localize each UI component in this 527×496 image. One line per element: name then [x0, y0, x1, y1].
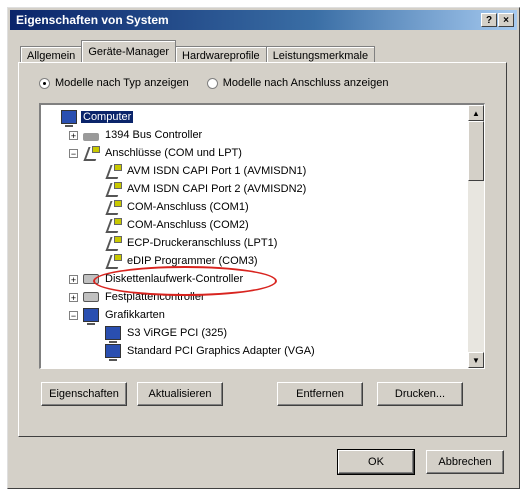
radio-button-unchecked[interactable]	[206, 77, 218, 89]
tree-item[interactable]: COM-Anschluss (COM2)	[105, 217, 251, 233]
collapse-icon[interactable]: −	[69, 149, 78, 159]
expand-icon[interactable]: +	[69, 293, 78, 303]
refresh-button[interactable]: Aktualisieren	[137, 382, 223, 406]
view-options: Modelle nach Typ anzeigen Modelle nach A…	[39, 77, 388, 89]
tree-item-label: ECP-Druckeranschluss (LPT1)	[127, 237, 278, 249]
disk-icon	[83, 292, 99, 302]
tree-item-label: eDIP Programmer (COM3)	[127, 255, 258, 267]
tab-device-manager[interactable]: Geräte-Manager	[81, 40, 177, 62]
tree-item[interactable]: ECP-Druckeranschluss (LPT1)	[105, 235, 279, 251]
print-button[interactable]: Drucken...	[377, 382, 463, 406]
plug-icon	[105, 182, 122, 196]
tree-item[interactable]: COM-Anschluss (COM1)	[105, 199, 251, 215]
plug-icon	[105, 200, 122, 214]
view-by-connection-option[interactable]: Modelle nach Anschluss anzeigen	[206, 77, 389, 89]
device-manager-panel: Modelle nach Typ anzeigen Modelle nach A…	[18, 62, 507, 437]
tree-item-label: AVM ISDN CAPI Port 2 (AVMISDN2)	[127, 183, 307, 195]
tree-item-label: Diskettenlaufwerk-Controller	[105, 273, 244, 285]
plug-icon	[105, 254, 122, 268]
plug-icon	[105, 218, 122, 232]
tree-item-label: Standard PCI Graphics Adapter (VGA)	[127, 345, 315, 357]
expand-icon[interactable]: +	[69, 275, 78, 285]
tab-general[interactable]: Allgemein	[20, 46, 83, 62]
tree-item-label: Anschlüsse (COM und LPT)	[105, 147, 242, 159]
cancel-button[interactable]: Abbrechen	[426, 450, 504, 474]
remove-button[interactable]: Entfernen	[277, 382, 363, 406]
view-by-connection-label: Modelle nach Anschluss anzeigen	[222, 77, 389, 89]
monitor-icon	[61, 110, 77, 127]
system-properties-window: Eigenschaften von System ? × Allgemein G…	[7, 7, 520, 489]
plug-icon	[105, 164, 122, 178]
device-tree[interactable]: Computer +1394 Bus Controller − Anschlüsse …	[39, 103, 485, 369]
monitor-icon	[105, 326, 121, 343]
port-icon	[83, 146, 100, 160]
tree-item[interactable]: Anschlüsse (COM und LPT)	[83, 145, 244, 161]
tree-item[interactable]: Grafikkarten	[83, 307, 167, 325]
view-by-type-option[interactable]: Modelle nach Typ anzeigen	[39, 77, 189, 89]
tab-performance[interactable]: Leistungsmerkmale	[265, 46, 376, 62]
properties-button[interactable]: Eigenschaften	[41, 382, 127, 406]
tree-item[interactable]: Diskettenlaufwerk-Controller	[83, 271, 245, 287]
bus-icon	[83, 132, 99, 141]
tab-strip: Allgemein Geräte-Manager Hardwareprofile…	[20, 40, 376, 62]
title-bar[interactable]: Eigenschaften von System ? ×	[10, 10, 517, 30]
tree-item[interactable]: AVM ISDN CAPI Port 1 (AVMISDN1)	[105, 163, 308, 179]
radio-button-checked[interactable]	[39, 77, 50, 89]
window-title: Eigenschaften von System	[16, 13, 169, 27]
vertical-scrollbar[interactable]: ▲ ▼	[468, 105, 484, 368]
tree-item[interactable]: Festplattencontroller	[83, 289, 207, 305]
monitor-icon	[105, 344, 121, 361]
tab-hardware-profiles[interactable]: Hardwareprofile	[175, 46, 267, 62]
disk-icon	[83, 274, 99, 284]
tree-item-label: Grafikkarten	[105, 309, 165, 321]
scroll-up-icon[interactable]: ▲	[468, 105, 484, 121]
help-button[interactable]: ?	[481, 13, 497, 27]
collapse-icon[interactable]: −	[69, 311, 78, 321]
tree-item[interactable]: Computer	[61, 109, 134, 127]
tree-item-label: 1394 Bus Controller	[105, 129, 203, 141]
plug-icon	[105, 236, 122, 250]
tree-item-label: Computer	[81, 111, 134, 123]
tree-item-label: COM-Anschluss (COM1)	[127, 201, 249, 213]
tree-item-label: AVM ISDN CAPI Port 1 (AVMISDN1)	[127, 165, 307, 177]
monitor-icon	[83, 308, 99, 325]
ok-button[interactable]: OK	[337, 449, 415, 475]
expand-icon[interactable]: +	[69, 131, 78, 141]
tree-item-label: S3 ViRGE PCI (325)	[127, 327, 228, 339]
tree-item-label: COM-Anschluss (COM2)	[127, 219, 249, 231]
tree-item[interactable]: eDIP Programmer (COM3)	[105, 253, 260, 269]
close-button[interactable]: ×	[498, 13, 514, 27]
tree-item[interactable]: Standard PCI Graphics Adapter (VGA)	[105, 343, 317, 361]
scroll-down-icon[interactable]: ▼	[468, 352, 484, 368]
tree-item-label: Festplattencontroller	[105, 291, 205, 303]
tree-item[interactable]: 1394 Bus Controller	[83, 127, 204, 143]
view-by-type-label: Modelle nach Typ anzeigen	[55, 77, 189, 89]
tree-item[interactable]: S3 ViRGE PCI (325)	[105, 325, 229, 343]
scroll-thumb[interactable]	[468, 121, 484, 181]
tree-item[interactable]: AVM ISDN CAPI Port 2 (AVMISDN2)	[105, 181, 308, 197]
